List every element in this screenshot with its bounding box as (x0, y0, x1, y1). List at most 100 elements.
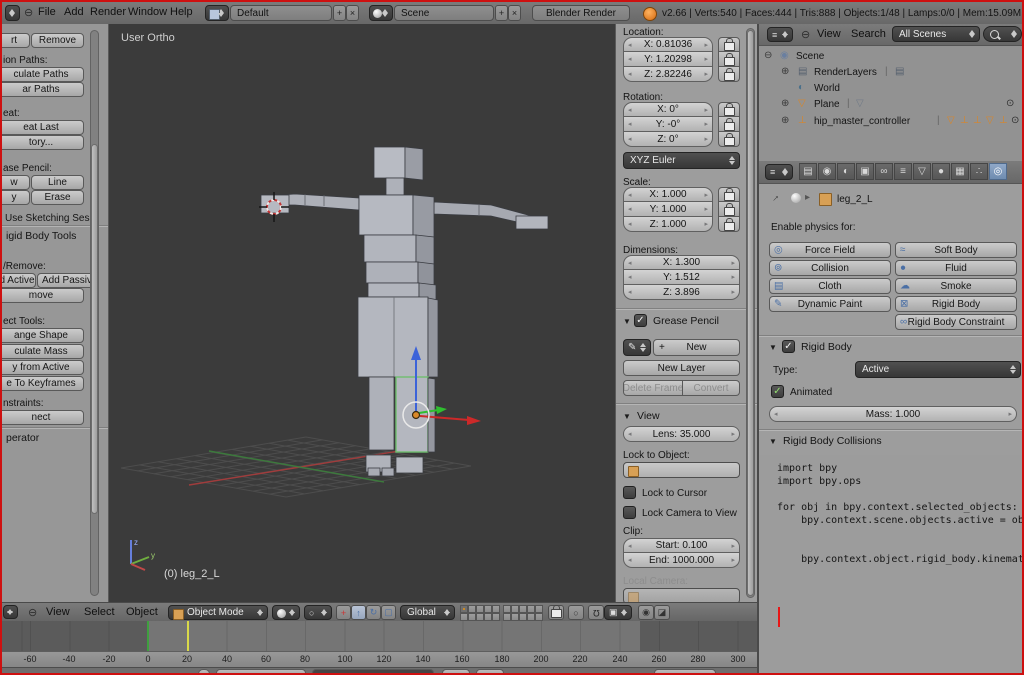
outliner-menu-view[interactable]: View (817, 28, 841, 40)
editor-type-button[interactable]: ≡ (765, 164, 793, 180)
lock-scale-y-button[interactable] (718, 202, 740, 217)
menu-help[interactable]: Help (170, 6, 193, 18)
viewport-3d[interactable]: User Ortho (109, 24, 615, 602)
menu-file[interactable]: File (38, 6, 56, 18)
repeat-last-button[interactable]: eat Last (2, 120, 84, 135)
mode-select[interactable]: Object Mode (168, 605, 268, 620)
location-x-field[interactable]: X: 0.81036 (623, 37, 713, 52)
tab-scene[interactable]: ◉ (818, 163, 836, 180)
proportional-edit-button[interactable]: ○ (568, 605, 584, 620)
add-scene-button[interactable]: + (495, 5, 508, 21)
soft-body-button[interactable]: ≈Soft Body (895, 242, 1017, 258)
timeline-header-button[interactable] (198, 669, 210, 673)
timeline-header-button[interactable] (312, 669, 434, 673)
add-layout-button[interactable]: + (333, 5, 346, 21)
outliner-item-label[interactable]: Plane (814, 99, 840, 110)
dimension-z-field[interactable]: Z: 3.896 (623, 285, 740, 300)
bake-to-keyframes-button[interactable]: e To Keyframes (2, 376, 84, 391)
manipulator-rotate-button[interactable]: ↻ (366, 605, 381, 620)
rotation-x-field[interactable]: X: 0° (623, 102, 713, 117)
lock-location-y-button[interactable] (718, 52, 740, 67)
pin-icon[interactable]: ↑ (770, 193, 781, 204)
convert-button[interactable]: Convert (683, 380, 740, 396)
lock-rotation-y-button[interactable] (718, 117, 740, 132)
timeline-header-button[interactable] (216, 669, 306, 673)
history-button[interactable]: tory... (2, 135, 84, 150)
tab-texture[interactable]: ▦ (951, 163, 969, 180)
dimension-x-field[interactable]: X: 1.300 (623, 255, 740, 270)
tab-material[interactable]: ● (932, 163, 950, 180)
scale-x-field[interactable]: X: 1.000 (623, 187, 713, 202)
collapse-menus-icon[interactable]: ⊖ (801, 28, 810, 41)
remove-keyframe-button[interactable]: Remove (31, 33, 84, 48)
clip-end-field[interactable]: End: 1000.000 (623, 553, 740, 568)
collapse-menus-icon[interactable]: ⊖ (28, 606, 37, 619)
calculate-mass-button[interactable]: culate Mass (2, 344, 84, 359)
layers-widget[interactable] (460, 605, 500, 621)
expand-icon[interactable]: ⊕ (781, 115, 789, 126)
sketching-session-toggle[interactable]: Use Sketching Sessi (5, 213, 97, 224)
rotation-mode-select[interactable]: XYZ Euler (623, 152, 740, 169)
manipulator-axis-button[interactable]: + (336, 605, 351, 620)
add-passive-button[interactable]: Add Passiv (37, 273, 97, 288)
animated-checkbox[interactable]: ✓ (771, 385, 784, 398)
rigid-body-collisions-header[interactable]: Rigid Body Collisions (783, 435, 882, 447)
outliner-menu-search[interactable]: Search (851, 28, 886, 40)
viewport-shading-select[interactable] (272, 605, 300, 620)
render-engine-select[interactable]: Blender Render (532, 5, 630, 21)
menu-render[interactable]: Render (90, 6, 126, 18)
rigid-body-button[interactable]: ⊠Rigid Body (895, 296, 1017, 312)
rigid-body-checkbox[interactable]: ✓ (782, 340, 795, 353)
outliner-row-hip-master-controller[interactable]: ⊕ ⊥ hip_master_controller | ▽ ⊥ ⊥ ▽ ⊥ ⊙ (759, 113, 1022, 130)
menu-object[interactable]: Object (126, 606, 158, 618)
gp-poly-button[interactable]: y (2, 190, 30, 205)
scale-z-field[interactable]: Z: 1.000 (623, 217, 713, 232)
expand-icon[interactable]: ⊕ (781, 98, 789, 109)
grease-pencil-panel-disclosure[interactable]: ▼ (623, 317, 631, 326)
pivot-point-select[interactable]: ○ (304, 605, 332, 620)
scale-y-field[interactable]: Y: 1.000 (623, 202, 713, 217)
menu-add[interactable]: Add (64, 6, 84, 18)
rigid-body-panel-header[interactable]: Rigid Body (801, 341, 852, 353)
rigid-body-panel-disclosure[interactable]: ▼ (769, 343, 777, 352)
location-z-field[interactable]: Z: 2.82246 (623, 67, 713, 82)
tab-object[interactable]: ▣ (856, 163, 874, 180)
manipulator-translate-button[interactable]: ↑ (351, 605, 366, 620)
tab-object-data[interactable]: ▽ (913, 163, 931, 180)
screen-layout-field[interactable]: Default (230, 5, 332, 21)
tab-render[interactable]: ▤ (799, 163, 817, 180)
grease-pencil-panel-header[interactable]: Grease Pencil (653, 315, 719, 327)
rigid-body-collisions-disclosure[interactable]: ▼ (769, 437, 777, 446)
timeline-header-button[interactable] (442, 669, 470, 673)
change-shape-button[interactable]: ange Shape (2, 328, 84, 343)
gp-line-button[interactable]: Line (31, 175, 84, 190)
visibility-eye-icon[interactable]: ⊙ (1011, 115, 1019, 126)
outliner-item-label[interactable]: RenderLayers (814, 67, 877, 78)
lock-camera-checkbox[interactable]: ✓ (623, 506, 636, 519)
clear-paths-button[interactable]: ar Paths (2, 82, 84, 97)
outliner-item-label[interactable]: World (814, 83, 840, 94)
dimension-y-field[interactable]: Y: 1.512 (623, 270, 740, 285)
lock-to-cursor-checkbox[interactable]: ✓ (623, 486, 636, 499)
lock-rotation-z-button[interactable] (718, 132, 740, 147)
smoke-button[interactable]: ☁Smoke (895, 278, 1017, 294)
gp-draw-mode-button[interactable]: ✎ (623, 339, 651, 356)
lock-rotation-x-button[interactable] (718, 102, 740, 117)
editor-type-button[interactable] (5, 5, 20, 21)
outliner-row-scene[interactable]: ⊖ ◉ Scene (759, 48, 1022, 64)
collapse-icon[interactable]: ⊖ (764, 50, 772, 61)
rigid-body-tools-header[interactable]: igid Body Tools (6, 230, 76, 242)
cloth-button[interactable]: ▤Cloth (769, 278, 891, 294)
n-panel-scrollbar-thumb[interactable] (747, 30, 754, 596)
close-layout-button[interactable]: × (346, 5, 359, 21)
rotation-y-field[interactable]: Y: -0° (623, 117, 713, 132)
outliner-search-field[interactable] (983, 26, 1022, 42)
gp-erase-button[interactable]: Erase (31, 190, 84, 205)
tab-constraints[interactable]: ∞ (875, 163, 893, 180)
tab-particles[interactable]: ∴ (970, 163, 988, 180)
opengl-render-button[interactable]: ◉ (638, 605, 654, 620)
timeline-header-button[interactable] (476, 669, 504, 673)
transform-orientation-select[interactable]: Global (400, 605, 455, 620)
scene-field[interactable]: Scene (394, 5, 494, 21)
opengl-render-anim-button[interactable]: ◪ (654, 605, 670, 620)
